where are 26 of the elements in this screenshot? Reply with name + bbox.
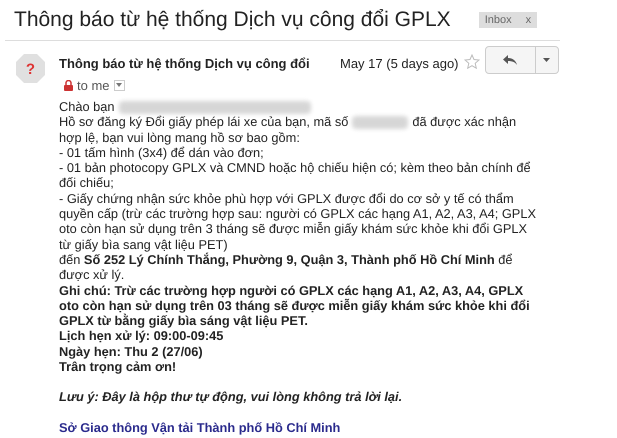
message-paragraph: - Giấy chứng nhận sức khỏe phù hợp với GPLX được đổi do cơ sở y tế có thẩm quyền cấp (trừ các trường hợp sau: người có GPLX các hạng A1, A2, A3, A4; GPLX oto còn hạn sử dụng trên 3 tháng sẽ được miễn giấy khám sức khỏe khi đổi GPLX từ giấy bìa sang vật liệu PET) xyxy=(59,190,537,252)
message-paragraph: Trân trọng cảm ơn! xyxy=(59,359,178,374)
caret-icon xyxy=(543,58,550,62)
reply-icon xyxy=(503,55,518,65)
redacted-text xyxy=(352,116,408,130)
remove-label-button[interactable]: x xyxy=(526,12,532,28)
message-paragraph: Ngày hẹn: Thu 2 (27/06) xyxy=(59,344,204,360)
message-paragraph: Chào bạn xyxy=(59,99,541,114)
message-paragraph: - 01 tấm hình (3x4) để dán vào đơn; xyxy=(59,144,265,160)
star-icon[interactable] xyxy=(464,54,480,69)
message-paragraph: Hồ sơ đăng ký Đổi giấy phép lái xe của bạn, mã số đã được xác nhận hợp lệ, bạn vui lòng mang hồ sơ bao gồm: xyxy=(59,114,518,145)
details-dropdown-button[interactable] xyxy=(114,80,125,91)
message-paragraph: - 01 bản photocopy GPLX và CMND hoặc hộ chiếu hiện có; kèm theo bản chính để đối chiếu; xyxy=(59,160,532,191)
inbox-label: Inbox x xyxy=(478,12,538,28)
message-paragraph: Lưu ý: Đây là hộp thư tự động, vui lòng không trả lời lại. xyxy=(59,389,404,405)
lock-icon xyxy=(64,80,73,91)
sender-name: Thông báo từ hệ thống Dịch vụ công đổi xyxy=(59,55,311,73)
message-paragraph: Sở Giao thông Vận tải Thành phố Hồ Chí Minh xyxy=(59,420,342,435)
email-subject: Thông báo từ hệ thống Dịch vụ công đổi GPLX xyxy=(14,7,451,34)
message-date: May 17 (5 days ago) xyxy=(340,55,459,73)
unknown-sender-avatar: ? xyxy=(15,53,46,84)
message-paragraph: Ghi chú: Trừ các trường hợp người có GPLX các hạng A1, A2, A3, A4, GPLX oto còn hạn sử dụng trên 03 tháng sẽ được miễn giấy khám sức khỏe khi đổi GPLX từ bằng giấy bìa sáng vật liệu PET. xyxy=(59,282,531,328)
message-paragraph: Lịch hẹn xử lý: 09:00-09:45 xyxy=(59,328,224,344)
message-paragraph: đến Số 252 Lý Chính Thắng, Phường 9, Quận 3, Thành phố Hồ Chí Minh để được xử lý. xyxy=(59,252,514,283)
recipient-text: to me xyxy=(77,76,110,94)
caret-icon xyxy=(116,83,122,88)
